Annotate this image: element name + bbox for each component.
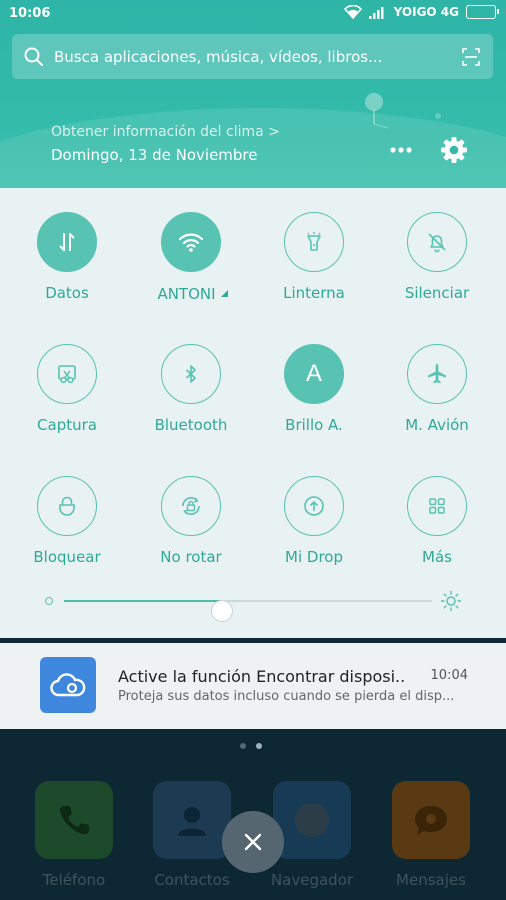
notification-shade-header: 10:06 YOIGO 4G Busca aplicaciones, músic… xyxy=(0,0,506,188)
auto-brightness-icon: A xyxy=(284,344,344,404)
tile-label: No rotar xyxy=(160,548,222,566)
wifi-signal-icon xyxy=(343,5,362,19)
app-label: Mensajes xyxy=(396,871,466,889)
search-placeholder: Busca aplicaciones, música, vídeos, libr… xyxy=(54,47,383,66)
quick-settings-panel: Datos ANTONI Linterna Silenciar Captura … xyxy=(0,188,506,638)
contact-icon xyxy=(153,781,231,859)
app-label: Teléfono xyxy=(42,871,106,889)
app-mensajes[interactable]: Mensajes xyxy=(381,781,481,889)
tile-no-rotar[interactable]: No rotar xyxy=(136,476,246,566)
more-options-icon[interactable] xyxy=(388,140,414,160)
tile-bloquear[interactable]: Bloquear xyxy=(12,476,122,566)
signal-caret-icon xyxy=(220,290,228,297)
tile-bluetooth[interactable]: Bluetooth xyxy=(136,344,246,434)
grid-icon xyxy=(407,476,467,536)
tile-captura[interactable]: Captura xyxy=(12,344,122,434)
close-shade-button[interactable] xyxy=(222,811,284,873)
upload-icon xyxy=(284,476,344,536)
tile-label: Brillo A. xyxy=(285,416,343,434)
status-time: 10:06 xyxy=(9,6,51,21)
airplane-icon xyxy=(407,344,467,404)
tile-label: Mi Drop xyxy=(285,548,343,566)
tile-linterna[interactable]: Linterna xyxy=(259,212,369,302)
brightness-track[interactable] xyxy=(64,600,432,622)
brightness-low-icon xyxy=(45,597,53,605)
tile-silenciar[interactable]: Silenciar xyxy=(382,212,492,302)
page-indicator xyxy=(240,743,262,749)
browser-icon xyxy=(273,781,351,859)
notification-card[interactable]: Active la función Encontrar disposi.. 10… xyxy=(0,643,506,729)
lock-icon xyxy=(37,476,97,536)
message-icon xyxy=(392,781,470,859)
tile-mas[interactable]: Más xyxy=(382,476,492,566)
tile-modo-avion[interactable]: M. Avión xyxy=(382,344,492,434)
notification-title: Active la función Encontrar disposi.. xyxy=(118,667,406,686)
notification-time: 10:04 xyxy=(430,668,468,683)
scan-icon[interactable] xyxy=(461,47,481,67)
search-bar[interactable]: Busca aplicaciones, música, vídeos, libr… xyxy=(12,34,493,79)
search-icon xyxy=(24,47,43,66)
tile-mi-drop[interactable]: Mi Drop xyxy=(259,476,369,566)
app-label: Navegador xyxy=(270,871,354,889)
brightness-slider[interactable] xyxy=(40,590,466,622)
tile-brillo-auto[interactable]: A Brillo A. xyxy=(259,344,369,434)
settings-gear-icon[interactable] xyxy=(440,136,468,164)
data-arrows-icon xyxy=(37,212,97,272)
date-label: Domingo, 13 de Noviembre xyxy=(51,146,258,164)
tile-label: Bluetooth xyxy=(154,416,228,434)
cloud-sync-icon xyxy=(40,657,96,713)
phone-icon xyxy=(35,781,113,859)
tile-label: Datos xyxy=(45,284,89,302)
tile-label: Captura xyxy=(37,416,97,434)
tile-label: Linterna xyxy=(283,284,345,302)
brightness-track-fill xyxy=(64,600,223,602)
tile-label: Bloquear xyxy=(33,548,101,566)
cell-signal-icon xyxy=(368,6,384,19)
scissors-icon xyxy=(37,344,97,404)
carrier-name: YOIGO 4G xyxy=(393,5,459,19)
app-telefono[interactable]: Teléfono xyxy=(24,781,124,889)
flashlight-icon xyxy=(284,212,344,272)
brightness-high-icon xyxy=(440,590,462,612)
tile-label: M. Avión xyxy=(405,416,469,434)
rotation-lock-icon xyxy=(161,476,221,536)
bell-off-icon xyxy=(407,212,467,272)
battery-icon xyxy=(466,5,499,19)
weather-info-link[interactable]: Obtener información del clima > xyxy=(51,124,280,140)
weather-tree-illustration xyxy=(365,93,441,129)
close-icon xyxy=(244,833,262,851)
page-dot-active xyxy=(256,743,262,749)
tile-wifi[interactable]: ANTONI xyxy=(136,212,246,303)
wifi-icon xyxy=(161,212,221,272)
status-bar: 10:06 YOIGO 4G xyxy=(0,0,506,28)
tile-label: ANTONI xyxy=(157,284,216,303)
tile-label: Silenciar xyxy=(404,284,470,302)
app-label: Contactos xyxy=(154,871,230,889)
tile-label: Más xyxy=(422,548,452,566)
page-dot xyxy=(240,743,246,749)
tile-datos[interactable]: Datos xyxy=(12,212,122,302)
bluetooth-icon xyxy=(161,344,221,404)
brightness-thumb[interactable] xyxy=(211,600,234,622)
notification-body: Proteja sus datos incluso cuando se pier… xyxy=(118,689,455,704)
